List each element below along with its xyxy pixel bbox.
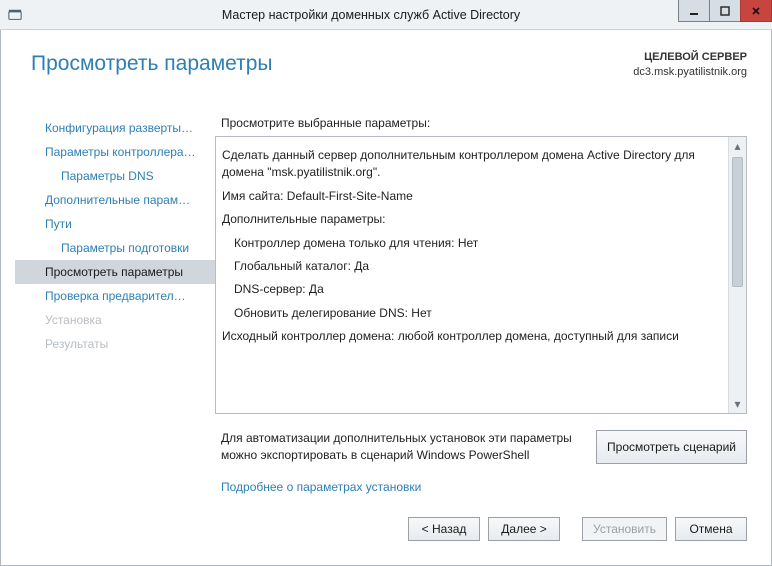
titlebar: Мастер настройки доменных служб Active D…	[0, 0, 772, 30]
app-icon	[0, 0, 30, 30]
nav-item: Просмотреть параметры	[15, 260, 215, 284]
window-title: Мастер настройки доменных служб Active D…	[30, 8, 772, 22]
target-server: ЦЕЛЕВОЙ СЕРВЕР dc3.msk.pyatilistnik.org	[633, 50, 747, 80]
review-line: Имя сайта: Default-First-Site-Name	[222, 188, 726, 205]
review-line: DNS-сервер: Да	[222, 281, 726, 298]
inner-frame: Просмотреть параметры ЦЕЛЕВОЙ СЕРВЕР dc3…	[15, 40, 757, 555]
automation-row: Для автоматизации дополнительных установ…	[215, 414, 747, 464]
cancel-button[interactable]: Отмена	[675, 517, 747, 541]
back-button[interactable]: < Назад	[408, 517, 480, 541]
view-script-button[interactable]: Просмотреть сценарий	[596, 430, 747, 464]
main-panel: Просмотрите выбранные параметры: Сделать…	[215, 110, 757, 509]
more-info-link[interactable]: Подробнее о параметрах установки	[215, 464, 747, 494]
target-server-value: dc3.msk.pyatilistnik.org	[633, 65, 747, 80]
nav-item: Установка	[15, 308, 215, 332]
review-line: Дополнительные параметры:	[222, 211, 726, 228]
scroll-thumb[interactable]	[732, 157, 743, 287]
target-server-label: ЦЕЛЕВОЙ СЕРВЕР	[633, 50, 747, 65]
review-line: Сделать данный сервер дополнительным кон…	[222, 147, 726, 182]
review-line: Исходный контроллер домена: любой контро…	[222, 328, 726, 345]
minimize-button[interactable]	[678, 0, 710, 22]
nav-item[interactable]: Параметры DNS	[15, 164, 215, 188]
nav-item[interactable]: Пути	[15, 212, 215, 236]
content-frame: Просмотреть параметры ЦЕЛЕВОЙ СЕРВЕР dc3…	[0, 30, 772, 566]
scroll-up-icon[interactable]: ▴	[729, 137, 746, 155]
review-textbox[interactable]: Сделать данный сервер дополнительным кон…	[215, 136, 747, 414]
nav-item[interactable]: Дополнительные парам…	[15, 188, 215, 212]
page-title: Просмотреть параметры	[31, 52, 633, 76]
review-caption: Просмотрите выбранные параметры:	[221, 116, 747, 130]
next-button[interactable]: Далее >	[488, 517, 560, 541]
automation-text: Для автоматизации дополнительных установ…	[221, 430, 596, 464]
review-text: Сделать данный сервер дополнительным кон…	[222, 141, 726, 409]
review-line: Обновить делегирование DNS: Нет	[222, 305, 726, 322]
header-row: Просмотреть параметры ЦЕЛЕВОЙ СЕРВЕР dc3…	[15, 40, 757, 100]
maximize-button[interactable]	[709, 0, 741, 22]
body: Конфигурация разверты…Параметры контролл…	[15, 110, 757, 509]
scrollbar[interactable]: ▴ ▾	[728, 137, 746, 413]
review-line: Контроллер домена только для чтения: Нет	[222, 235, 726, 252]
install-button: Установить	[582, 517, 667, 541]
review-line: Глобальный каталог: Да	[222, 258, 726, 275]
nav-item[interactable]: Параметры подготовки	[15, 236, 215, 260]
close-button[interactable]	[740, 0, 772, 22]
nav-item[interactable]: Параметры контроллера…	[15, 140, 215, 164]
scroll-down-icon[interactable]: ▾	[729, 395, 746, 413]
nav-item[interactable]: Проверка предварител…	[15, 284, 215, 308]
footer-buttons: < Назад Далее > Установить Отмена	[15, 513, 747, 545]
nav-item[interactable]: Конфигурация разверты…	[15, 116, 215, 140]
nav-item: Результаты	[15, 332, 215, 356]
window-buttons	[679, 0, 772, 22]
nav-sidebar: Конфигурация разверты…Параметры контролл…	[15, 110, 215, 509]
